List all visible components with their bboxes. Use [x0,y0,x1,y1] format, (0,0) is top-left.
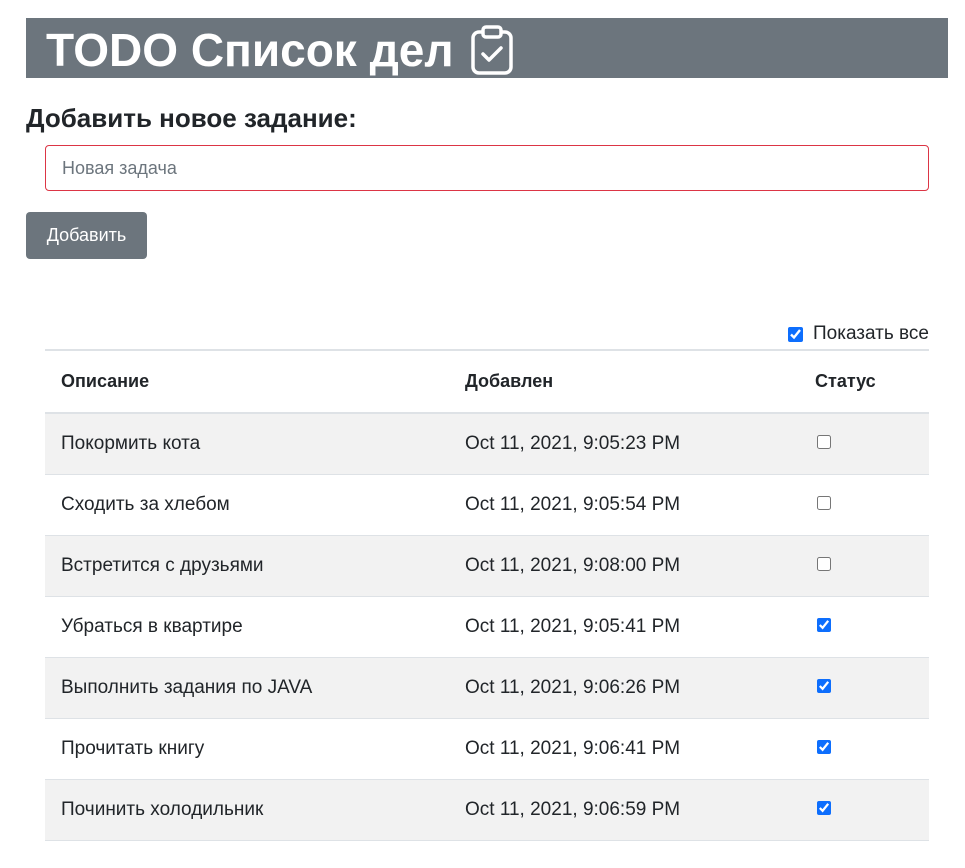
task-added-date: Oct 11, 2021, 9:06:59 PM [449,779,799,841]
table-row: Встретится с друзьями Oct 11, 2021, 9:08:… [45,535,929,597]
task-description: Выполнить задания по JAVA [45,657,449,719]
task-status-checkbox[interactable] [817,679,831,693]
task-status-cell [799,718,929,780]
task-status-checkbox[interactable] [817,435,831,449]
task-status-checkbox[interactable] [817,740,831,754]
task-added-date: Oct 11, 2021, 9:05:54 PM [449,474,799,536]
task-added-date: Oct 11, 2021, 9:05:23 PM [449,413,799,475]
task-status-cell [799,413,929,475]
column-header-added: Добавлен [449,349,799,414]
page-title-wrapper: TODO Список дел [46,20,514,78]
clipboard-check-icon [470,25,514,75]
column-header-status: Статус [799,349,929,414]
task-status-checkbox[interactable] [817,557,831,571]
show-all-filter[interactable]: Показать все [788,323,929,345]
task-description: Сходить за хлебом [45,474,449,536]
task-added-date: Oct 11, 2021, 9:06:26 PM [449,657,799,719]
column-header-description: Описание [45,349,449,414]
task-added-date: Oct 11, 2021, 9:08:00 PM [449,535,799,597]
table-row: Починить холодильник Oct 11, 2021, 9:06:5… [45,779,929,841]
table-row: Выполнить задания по JAVA Oct 11, 2021, 9… [45,657,929,719]
task-description: Убраться в квартире [45,596,449,658]
task-added-date: Oct 11, 2021, 9:06:41 PM [449,718,799,780]
page-header: TODO Список дел [26,18,948,78]
task-description: Покормить кота [45,413,449,475]
task-description: Прочитать книгу [45,718,449,780]
task-status-checkbox[interactable] [817,496,831,510]
task-status-cell [799,535,929,597]
task-status-checkbox[interactable] [817,801,831,815]
show-all-checkbox[interactable] [788,326,803,342]
task-description: Починить холодильник [45,779,449,841]
table-header-row: Описание Добавлен Статус [45,349,929,414]
new-task-input[interactable] [45,145,929,191]
task-status-cell [799,657,929,719]
table-row: Убраться в квартире Oct 11, 2021, 9:05:41… [45,596,929,658]
task-status-checkbox[interactable] [817,618,831,632]
show-all-label: Показать все [813,323,929,344]
task-status-cell [799,779,929,841]
add-task-button[interactable]: Добавить [26,212,147,259]
tasks-table-body: Покормить кота Oct 11, 2021, 9:05:23 PM Сх… [45,413,929,841]
table-row: Прочитать книгу Oct 11, 2021, 9:06:41 PM [45,718,929,780]
table-row: Покормить кота Oct 11, 2021, 9:05:23 PM [45,413,929,475]
page-title: TODO Список дел [46,24,454,76]
add-task-heading: Добавить новое задание: [26,103,357,133]
task-description: Встретится с друзьями [45,535,449,597]
task-status-cell [799,596,929,658]
table-row: Сходить за хлебом Oct 11, 2021, 9:05:54 P… [45,474,929,536]
task-status-cell [799,474,929,536]
tasks-table: Описание Добавлен Статус Покормить кота O… [45,349,929,841]
task-added-date: Oct 11, 2021, 9:05:41 PM [449,596,799,658]
